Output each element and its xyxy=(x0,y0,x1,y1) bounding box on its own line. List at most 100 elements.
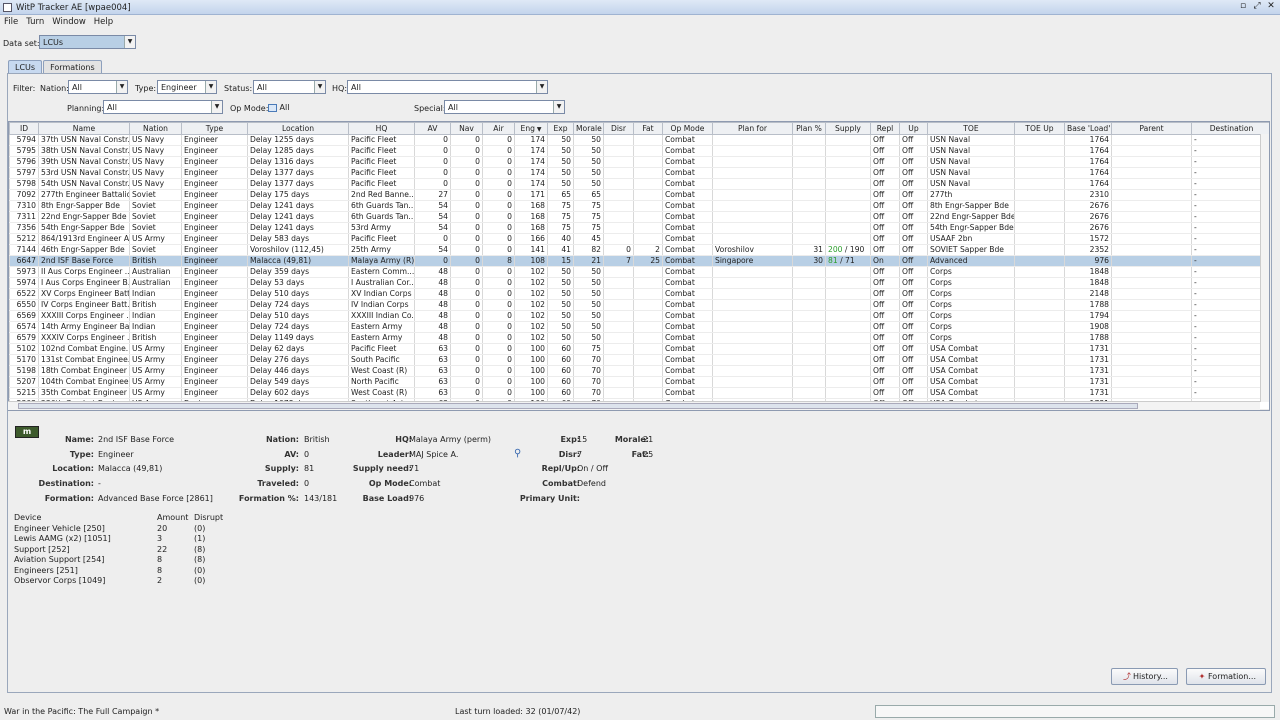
column-header[interactable]: Location xyxy=(247,122,349,135)
column-header[interactable]: Nation xyxy=(129,122,182,135)
column-header[interactable]: Up xyxy=(899,122,928,135)
vertical-scrollbar[interactable] xyxy=(1260,134,1269,402)
tab-lcus[interactable]: LCUs xyxy=(8,60,43,73)
column-header[interactable]: Air xyxy=(482,122,515,135)
column-header[interactable]: Fat xyxy=(633,122,663,135)
search-icon[interactable]: ⚲ xyxy=(514,448,521,459)
opmode-filter-button[interactable]: All xyxy=(268,103,289,112)
table-row[interactable]: 5797 53rd USN Naval Constr... US Navy Engin… xyxy=(9,167,1269,179)
table-row[interactable]: 5974 I Aus Corps Engineer B... Australian E… xyxy=(9,277,1269,289)
table-cell: 0 xyxy=(482,222,515,234)
chevron-down-icon[interactable]: ▼ xyxy=(124,36,135,48)
column-header[interactable]: Exp xyxy=(547,122,574,135)
table-cell xyxy=(633,222,663,234)
table-row[interactable]: 6569 XXXIII Corps Engineer ... Indian Engin… xyxy=(9,310,1269,322)
table-row[interactable]: 5973 II Aus Corps Engineer ... Australian E… xyxy=(9,266,1269,278)
column-header[interactable]: Plan % xyxy=(792,122,826,135)
table-row[interactable]: 7310 8th Engr-Sapper Bde Soviet Engineer Del… xyxy=(9,200,1269,212)
chevron-down-icon[interactable]: ▼ xyxy=(314,81,325,93)
column-header[interactable]: ID xyxy=(9,122,39,135)
chevron-down-icon[interactable]: ▼ xyxy=(205,81,216,93)
column-header[interactable]: Name xyxy=(38,122,130,135)
nation-combo[interactable]: All ▼ xyxy=(68,80,128,94)
chevron-down-icon[interactable]: ▼ xyxy=(536,81,547,93)
column-header[interactable]: Nav xyxy=(450,122,483,135)
formation-button[interactable]: ✦ Formation... xyxy=(1186,668,1266,685)
table-row[interactable]: 5796 39th USN Naval Constr... US Navy Engin… xyxy=(9,156,1269,168)
restore-icon[interactable]: ⤢ xyxy=(1252,1,1262,11)
table-cell: 50 xyxy=(573,277,604,289)
column-header[interactable]: Eng ▼ xyxy=(514,122,548,135)
table-cell: Off xyxy=(870,211,900,223)
table-cell: Soviet xyxy=(129,222,182,234)
table-cell: Delay 510 days xyxy=(247,288,349,300)
column-header[interactable]: TOE xyxy=(927,122,1015,135)
table-row[interactable]: 5102 102nd Combat Engine... US Army Enginee… xyxy=(9,343,1269,355)
chevron-down-icon[interactable]: ▼ xyxy=(116,81,127,93)
table-cell: I Australian Cor... xyxy=(348,277,415,289)
menu-window[interactable]: Window xyxy=(52,16,86,30)
opmode-label: Op Mode: xyxy=(368,479,412,488)
table-row[interactable]: 6550 IV Corps Engineer Batt... British Engi… xyxy=(9,299,1269,311)
minimize-icon[interactable]: ▫ xyxy=(1238,1,1248,11)
column-header[interactable]: Morale xyxy=(573,122,604,135)
history-button[interactable]: ⤴ History... xyxy=(1111,668,1178,685)
table-row[interactable]: 5798 54th USN Naval Constr... US Navy Engin… xyxy=(9,178,1269,190)
column-header[interactable]: Op Mode xyxy=(662,122,713,135)
table-cell xyxy=(792,145,826,157)
menu-file[interactable]: File xyxy=(4,16,18,30)
close-icon[interactable]: ✕ xyxy=(1266,1,1276,11)
special-combo[interactable]: All ▼ xyxy=(444,100,565,114)
table-row[interactable]: 6647 2nd ISF Base Force British Engineer Mal… xyxy=(9,255,1269,267)
table-cell: 1731 xyxy=(1064,365,1112,377)
column-header[interactable]: Base 'Load' xyxy=(1064,122,1112,135)
table-cell: - xyxy=(1191,387,1269,399)
nation-label: Nation: xyxy=(265,435,299,444)
column-header[interactable]: Disr xyxy=(603,122,634,135)
table-cell: Combat xyxy=(662,167,713,179)
table-row[interactable]: 7311 22nd Engr-Sapper Bde Soviet Engineer De… xyxy=(9,211,1269,223)
table-cell: 171 xyxy=(514,189,548,201)
table-row[interactable]: 7356 54th Engr-Sapper Bde Soviet Engineer De… xyxy=(9,222,1269,234)
horizontal-scrollbar[interactable] xyxy=(8,401,1260,410)
table-cell xyxy=(712,189,793,201)
table-row[interactable]: 7144 46th Engr-Sapper Bde Soviet Engineer Vo… xyxy=(9,244,1269,256)
tab-formations[interactable]: Formations xyxy=(43,60,102,73)
chevron-down-icon[interactable]: ▼ xyxy=(553,101,564,113)
column-header[interactable]: TOE Up xyxy=(1014,122,1065,135)
scroll-thumb[interactable] xyxy=(18,403,1138,409)
table-row[interactable]: 7092 277th Engineer Battalion Soviet Engine… xyxy=(9,189,1269,201)
table-row[interactable]: 5212 864/1913rd Engineer A... US Army Engin… xyxy=(9,233,1269,245)
dataset-combo[interactable]: LCUs ▼ xyxy=(39,35,136,49)
column-header[interactable]: Type xyxy=(181,122,248,135)
column-header[interactable]: Destination xyxy=(1191,122,1269,135)
table-cell: 38th USN Naval Constr... xyxy=(38,145,130,157)
menu-help[interactable]: Help xyxy=(94,16,113,30)
column-header[interactable]: Plan for xyxy=(712,122,793,135)
table-cell xyxy=(1014,343,1065,355)
type-combo[interactable]: Engineer ▼ xyxy=(157,80,217,94)
planning-combo[interactable]: All ▼ xyxy=(103,100,223,114)
table-cell: Off xyxy=(899,332,928,344)
table-row[interactable]: 6522 XV Corps Engineer Batt... Indian Engin… xyxy=(9,288,1269,300)
column-header[interactable]: Repl xyxy=(870,122,900,135)
table-row[interactable]: 5207 104th Combat Enginee... US Army Engine… xyxy=(9,376,1269,388)
table-cell: Engineer xyxy=(181,343,248,355)
table-row[interactable]: 5794 37th USN Naval Constr... US Navy Engin… xyxy=(9,134,1269,146)
column-header[interactable]: Supply xyxy=(825,122,871,135)
hq-combo[interactable]: All ▼ xyxy=(347,80,548,94)
column-header[interactable]: HQ xyxy=(348,122,415,135)
column-header[interactable]: AV xyxy=(414,122,451,135)
table-cell xyxy=(1014,266,1065,278)
table-row[interactable]: 6579 XXXIV Corps Engineer ... British Engin… xyxy=(9,332,1269,344)
table-row[interactable]: 5215 35th Combat Engineer ... US Army Engin… xyxy=(9,387,1269,399)
status-combo[interactable]: All ▼ xyxy=(253,80,326,94)
menu-turn[interactable]: Turn xyxy=(26,16,44,30)
table-row[interactable]: 5795 38th USN Naval Constr... US Navy Engin… xyxy=(9,145,1269,157)
av-value: 0 xyxy=(304,450,310,459)
table-row[interactable]: 657414th Army Engineer Batt...IndianEngi… xyxy=(9,321,1269,333)
table-row[interactable]: 5198 18th Combat Engineer ... US Army Engin… xyxy=(9,365,1269,377)
chevron-down-icon[interactable]: ▼ xyxy=(211,101,222,113)
column-header[interactable]: Parent xyxy=(1111,122,1192,135)
table-row[interactable]: 5170 131st Combat Enginee... US Army Engine… xyxy=(9,354,1269,366)
